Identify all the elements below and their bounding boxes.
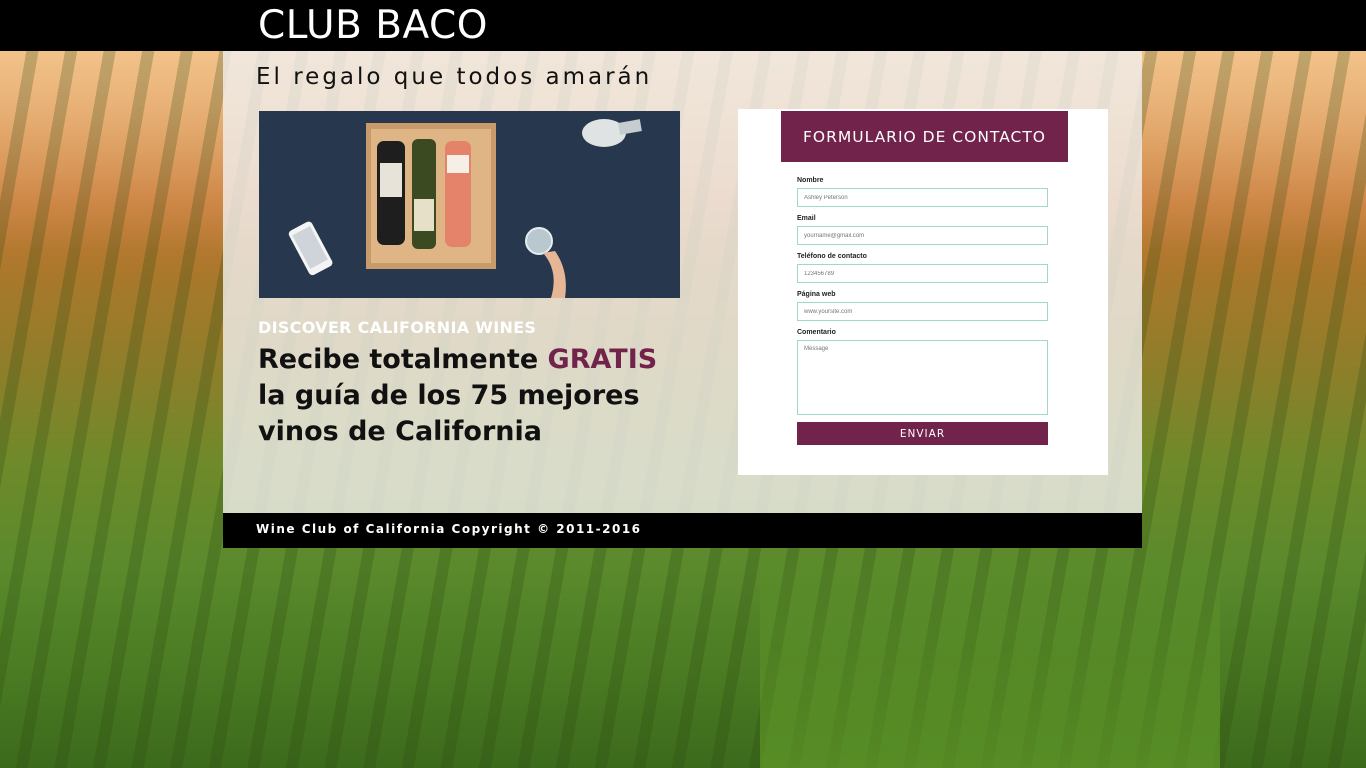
- email-label: Email: [797, 215, 816, 222]
- wine-box-photo-icon: [259, 111, 680, 298]
- website-field[interactable]: [797, 302, 1048, 321]
- submit-button[interactable]: ENVIAR: [797, 422, 1048, 445]
- phone-label: Teléfono de contacto: [797, 253, 867, 260]
- headline-accent: GRATIS: [547, 344, 658, 375]
- discover-heading: DISCOVER CALIFORNIA WINES: [258, 318, 537, 337]
- contact-form-title: FORMULARIO DE CONTACTO: [781, 111, 1068, 162]
- footer-copyright: Wine Club of California Copyright © 2011…: [256, 522, 642, 536]
- hero-headline: Recibe totalmente GRATIS la guía de los …: [258, 342, 718, 450]
- headline-part1: Recibe totalmente: [258, 344, 548, 375]
- phone-field[interactable]: [797, 264, 1048, 283]
- header-bar: [0, 0, 1366, 51]
- contact-form-card: [738, 109, 1108, 475]
- comment-label: Comentario: [797, 329, 836, 336]
- brand-logo[interactable]: CLUB BACO: [258, 3, 488, 48]
- website-label: Página web: [797, 291, 836, 298]
- name-label: Nombre: [797, 177, 824, 184]
- wine-box-photo: [259, 111, 680, 298]
- comment-field[interactable]: [797, 340, 1048, 415]
- name-field[interactable]: [797, 188, 1048, 207]
- background-grass-path: [760, 548, 1220, 768]
- headline-part2: la guía de los 75 mejores vinos de Calif…: [258, 380, 640, 447]
- email-field[interactable]: [797, 226, 1048, 245]
- page-tagline: El regalo que todos amarán: [256, 64, 653, 90]
